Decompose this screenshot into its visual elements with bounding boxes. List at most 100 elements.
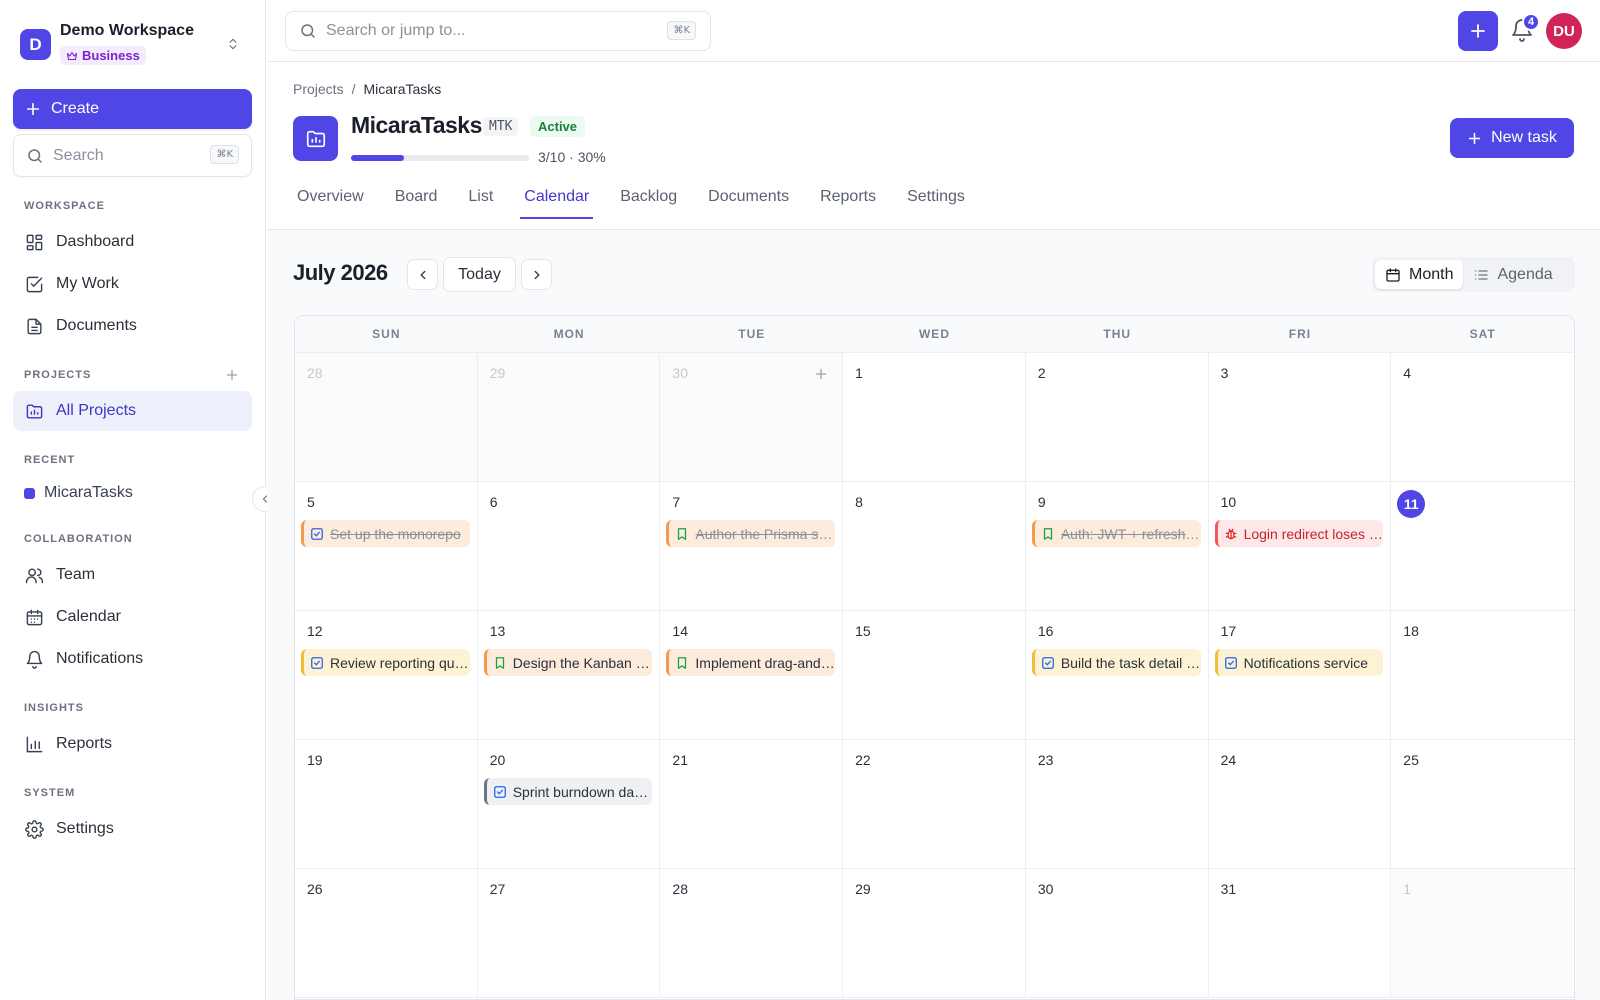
calendar-day-cell[interactable]: 26 xyxy=(295,869,478,998)
day-number: 6 xyxy=(489,494,498,510)
sidebar-item-label: Settings xyxy=(56,820,114,837)
day-number: 14 xyxy=(672,623,688,639)
add-task-icon[interactable] xyxy=(814,367,828,381)
day-number: 28 xyxy=(307,365,323,381)
previous-month-button[interactable] xyxy=(407,259,438,290)
sidebar-item-label: Documents xyxy=(56,317,137,334)
calendar-day-cell[interactable]: 29 xyxy=(843,869,1026,998)
calendar-day-cell[interactable]: 20 Sprint burndown dashboard xyxy=(477,740,661,869)
calendar-day-cell[interactable]: 10 Login redirect loses state xyxy=(1208,482,1392,611)
recent-project-label: MicaraTasks xyxy=(44,484,133,501)
breadcrumb-projects-link[interactable]: Projects xyxy=(293,81,344,97)
calendar-day-cell[interactable]: 12 Review reporting queries xyxy=(295,611,478,740)
calendar-day-cell[interactable]: 23 xyxy=(1025,740,1209,869)
calendar-task-chip[interactable]: Implement drag-and-drop xyxy=(666,649,836,676)
calendar-day-cell[interactable]: 13 Design the Kanban board xyxy=(477,611,661,740)
chevron-left-icon xyxy=(419,270,425,279)
tab-overview[interactable]: Overview xyxy=(297,188,364,219)
workspace-switcher[interactable]: D Demo Workspace Business xyxy=(20,22,246,67)
calendar-day-cell[interactable]: 24 xyxy=(1208,740,1392,869)
project-header: Projects / MicaraTasks MicaraTasks MTK A… xyxy=(267,62,1600,230)
today-day-number: 11 xyxy=(1397,490,1426,518)
section-collaboration: COLLABORATION xyxy=(24,533,133,545)
sidebar-item-all-projects[interactable]: All Projects xyxy=(13,391,252,431)
calendar-day-cell[interactable]: 6 xyxy=(477,482,661,611)
agenda-view-button[interactable]: Agenda xyxy=(1463,260,1562,289)
calendar-day-cell[interactable]: 8 xyxy=(843,482,1026,611)
dashboard-icon xyxy=(26,234,43,250)
month-view-button[interactable]: Month xyxy=(1375,260,1464,289)
calendar-task-chip[interactable]: Review reporting queries xyxy=(301,649,470,676)
new-task-button[interactable]: New task xyxy=(1450,118,1574,158)
calendar-day-cell[interactable]: 28 xyxy=(660,869,844,998)
sidebar-item-dashboard[interactable]: Dashboard xyxy=(13,222,252,262)
global-search[interactable]: Search or jump to... ⌘K xyxy=(285,11,711,51)
tab-backlog[interactable]: Backlog xyxy=(620,188,677,219)
tab-list[interactable]: List xyxy=(468,188,493,219)
sidebar-item-reports[interactable]: Reports xyxy=(13,724,252,764)
day-number: 29 xyxy=(489,365,506,381)
calendar-day-cell[interactable]: 5 Set up the monorepo xyxy=(295,482,478,611)
user-avatar[interactable]: DU xyxy=(1546,13,1582,49)
sidebar-item-documents[interactable]: Documents xyxy=(13,306,252,346)
calendar-day-cell[interactable]: 19 xyxy=(295,740,478,869)
sidebar-item-team[interactable]: Team xyxy=(13,555,252,595)
project-key-badge: MTK xyxy=(483,117,519,136)
calendar-day-cell[interactable]: 14 Implement drag-and-drop xyxy=(660,611,844,740)
calendar-day-cell[interactable]: 4 xyxy=(1391,353,1574,482)
sidebar-item-settings[interactable]: Settings xyxy=(13,809,252,849)
calendar-day-cell[interactable]: 18 xyxy=(1391,611,1574,740)
calendar-day-cell[interactable]: 29 xyxy=(477,353,661,482)
calendar-task-chip[interactable]: Sprint burndown dashboard xyxy=(483,778,653,805)
calendar-day-cell[interactable]: 31 xyxy=(1208,869,1392,998)
calendar-day-cell[interactable]: 21 xyxy=(660,740,844,869)
sidebar-item-label: Notifications xyxy=(56,650,144,667)
calendar-task-chip[interactable]: Login redirect loses state xyxy=(1214,520,1384,547)
month-view-label: Month xyxy=(1409,265,1454,283)
sidebar-item-calendar[interactable]: Calendar xyxy=(13,597,252,637)
calendar-day-cell[interactable]: 27 xyxy=(477,869,661,998)
workspace-avatar: D xyxy=(20,29,51,60)
calendar-task-chip[interactable]: Author the Prisma schema xyxy=(666,520,836,547)
calendar-day-cell[interactable]: 22 xyxy=(843,740,1026,869)
calendar-day-cell[interactable]: 7 Author the Prisma schema xyxy=(660,482,844,611)
weekday-label: SUN xyxy=(372,327,401,341)
calendar-day-cell[interactable]: 25 xyxy=(1391,740,1574,869)
calendar-task-chip[interactable]: Design the Kanban board xyxy=(483,649,653,676)
calendar-task-chip[interactable]: Notifications service xyxy=(1214,649,1384,676)
sidebar-item-my-work[interactable]: My Work xyxy=(13,264,252,304)
tab-settings[interactable]: Settings xyxy=(907,188,965,219)
sidebar-item-notifications[interactable]: Notifications xyxy=(13,639,252,679)
calendar-day-cell[interactable]: 1 xyxy=(843,353,1026,482)
calendar-day-cell[interactable]: 30 xyxy=(1025,869,1209,998)
calendar-day-cell[interactable]: 30 xyxy=(660,353,844,482)
sidebar-search[interactable]: Search ⌘K xyxy=(13,134,252,177)
calendar-task-chip[interactable]: Set up the monorepo xyxy=(301,520,470,547)
calendar-day-cell[interactable]: 28 xyxy=(295,353,478,482)
calendar-day-cell[interactable]: 2 xyxy=(1025,353,1209,482)
calendar-day-cell[interactable]: 1 xyxy=(1391,869,1574,998)
tab-calendar[interactable]: Calendar xyxy=(520,188,594,219)
calendar-day-cell[interactable]: 3 xyxy=(1208,353,1392,482)
gear-icon xyxy=(25,819,44,839)
calendar-task-chip[interactable]: Build the task detail view xyxy=(1031,649,1201,676)
next-month-button[interactable] xyxy=(521,259,552,290)
tab-reports[interactable]: Reports xyxy=(820,188,876,219)
calendar-day-cell[interactable]: 16 Build the task detail view xyxy=(1025,611,1209,740)
task-icon xyxy=(1041,656,1054,669)
calendar-task-chip[interactable]: Auth: JWT + refresh tokens xyxy=(1031,520,1201,547)
calendar-day-cell[interactable]: 15 xyxy=(843,611,1026,740)
tab-documents[interactable]: Documents xyxy=(708,188,789,219)
tab-board[interactable]: Board xyxy=(395,188,438,219)
calendar-day-cell[interactable]: 9 Auth: JWT + refresh tokens xyxy=(1025,482,1209,611)
section-workspace: WORKSPACE xyxy=(24,200,105,212)
plus-icon xyxy=(26,102,40,116)
calendar-day-cell[interactable]: 11 xyxy=(1391,482,1574,611)
today-button[interactable]: Today xyxy=(443,257,516,292)
add-project-icon[interactable] xyxy=(225,368,239,382)
calendar-day-cell[interactable]: 17 Notifications service xyxy=(1208,611,1392,740)
day-number: 12 xyxy=(307,623,323,639)
create-button[interactable]: Create xyxy=(13,89,252,129)
recent-project-item[interactable]: MicaraTasks xyxy=(24,484,133,502)
quick-add-button[interactable] xyxy=(1458,11,1498,51)
